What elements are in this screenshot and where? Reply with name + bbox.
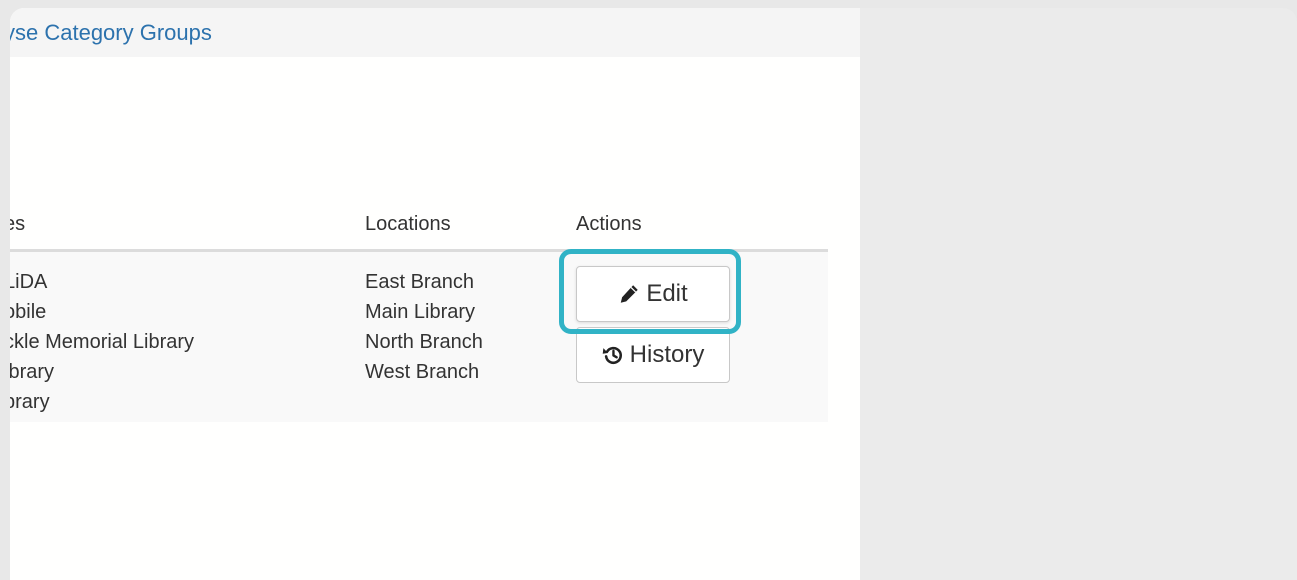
library-names-cell: LiDA obile ckle Memorial Library ibrary …	[10, 267, 194, 417]
category-groups-panel: yse Category Groups es Locations Actions…	[10, 8, 860, 580]
history-button-label: History	[629, 341, 705, 368]
edit-button[interactable]: Edit	[576, 266, 730, 322]
window-frame: yse Category Groups es Locations Actions…	[10, 8, 1297, 580]
list-item: brary	[10, 391, 50, 413]
list-item: Main Library	[365, 301, 476, 323]
panel-title: yse Category Groups	[10, 20, 212, 45]
column-header-locations: Locations	[365, 213, 451, 235]
list-item: LiDA	[10, 271, 48, 293]
edit-button-label: Edit	[646, 280, 688, 307]
column-header-actions: Actions	[576, 213, 642, 235]
list-item: ibrary	[10, 361, 55, 383]
list-item: ckle Memorial Library	[10, 331, 195, 353]
column-header-names: es	[10, 213, 26, 235]
locations-cell: East Branch Main Library North Branch We…	[365, 267, 483, 387]
list-item: North Branch	[365, 331, 483, 353]
list-item: East Branch	[365, 271, 474, 293]
list-item: obile	[10, 301, 47, 323]
history-button[interactable]: History	[576, 327, 730, 383]
panel-header: yse Category Groups	[10, 8, 860, 57]
list-item: West Branch	[365, 361, 480, 383]
history-icon	[602, 344, 624, 366]
pencil-icon	[618, 283, 640, 305]
